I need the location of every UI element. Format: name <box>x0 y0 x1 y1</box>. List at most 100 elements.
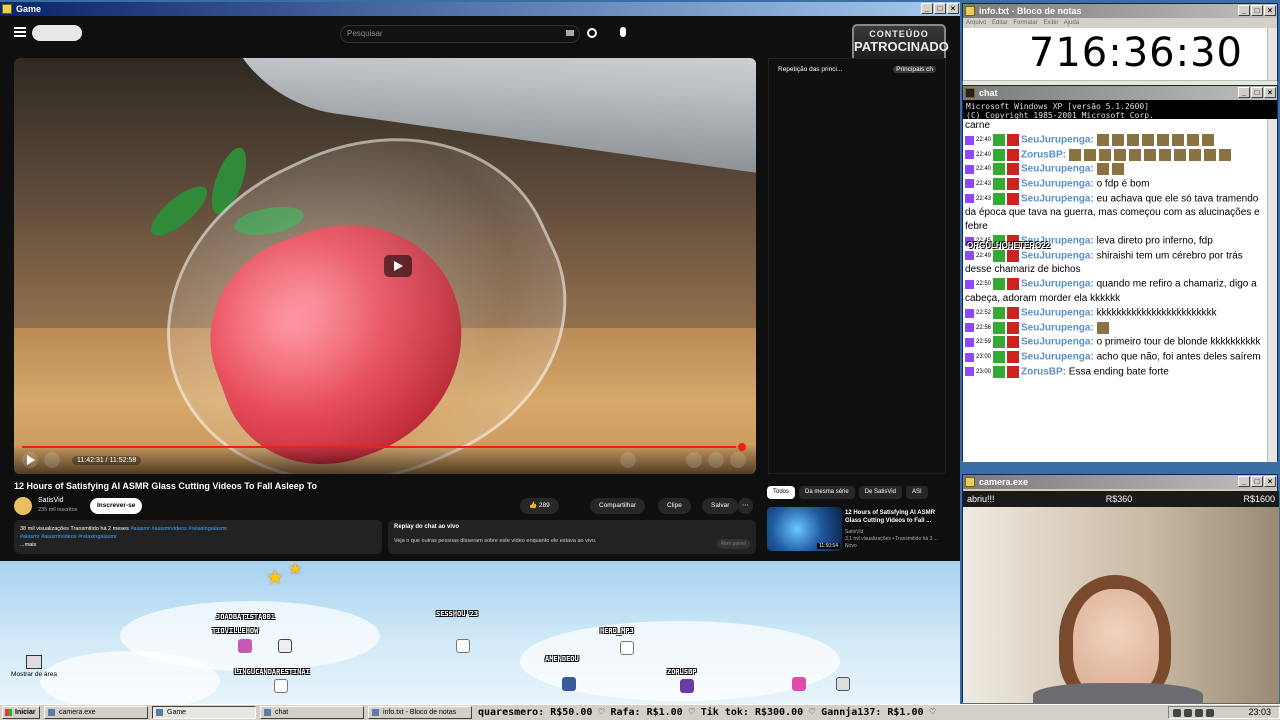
webcam-feed <box>963 507 1279 713</box>
chat-username[interactable]: SeuJurupenga: <box>1021 308 1094 319</box>
badge-icon <box>1007 365 1020 378</box>
menu-icon[interactable] <box>14 27 26 37</box>
chat-username[interactable]: SeuJurupenga: <box>1021 179 1094 190</box>
progress-handle[interactable] <box>738 443 746 451</box>
youtube-logo[interactable] <box>32 25 82 41</box>
viewer-avatar[interactable] <box>620 641 634 655</box>
chat-username[interactable]: SeuJurupenga: <box>1021 337 1094 348</box>
minimize-button[interactable]: _ <box>1238 87 1250 98</box>
viewer-avatar[interactable] <box>792 677 806 691</box>
notepad-menu[interactable]: Arquivo Editar Formatar Exibir Ajuda <box>963 18 1277 28</box>
start-button[interactable]: Iniciar <box>2 706 40 719</box>
recommended-meta: SatisVid 3,1 mil visualizações • Transmi… <box>845 529 950 550</box>
badge-icon <box>993 321 1006 334</box>
chip-same-series[interactable]: Da mesma série <box>799 486 855 499</box>
close-button[interactable]: × <box>1264 87 1276 98</box>
message-time: 23:00 <box>976 354 992 361</box>
chat-username[interactable]: SeuJurupenga: <box>1021 193 1094 204</box>
camera-titlebar[interactable]: camera.exe _ □ × <box>963 475 1277 489</box>
vertical-scrollbar[interactable] <box>1267 28 1277 80</box>
youtube-header: Pesquisar <box>0 16 960 52</box>
notepad-body[interactable]: 716:36:30 <box>963 28 1277 80</box>
search-icon[interactable] <box>587 28 597 38</box>
chat-titlebar[interactable]: chat _ □ × <box>963 86 1277 100</box>
chat-username[interactable]: SeuJurupenga: <box>1021 352 1094 363</box>
tray-icon[interactable] <box>1184 709 1192 717</box>
chat-username[interactable]: ZorusBP: <box>1021 366 1066 377</box>
progress-bar[interactable] <box>22 446 736 448</box>
chat-username[interactable]: SeuJurupenga: <box>1021 322 1094 333</box>
notepad-titlebar[interactable]: info.txt - Bloco de notas _ □ × <box>963 4 1277 18</box>
close-button[interactable]: × <box>1264 476 1276 487</box>
save-button[interactable]: Salvar <box>702 498 739 514</box>
recommended-title[interactable]: 12 Hours of Satisfying AI ASMR Glass Cut… <box>845 509 945 525</box>
more-options-icon[interactable]: ⋯ <box>738 498 753 514</box>
chat-replay-box: Replay do chat ao vivo Veja o que outras… <box>388 520 756 554</box>
minimize-button[interactable]: _ <box>921 3 933 14</box>
description-box[interactable]: 38 mil visualizações Transmitido há 2 me… <box>14 520 382 554</box>
keyboard-icon[interactable] <box>566 30 574 36</box>
viewer-avatar[interactable] <box>456 639 470 653</box>
taskbar-item-chat[interactable]: chat <box>260 706 364 719</box>
maximize-button[interactable]: □ <box>934 3 946 14</box>
minimize-button[interactable]: _ <box>1238 476 1250 487</box>
show-more-link[interactable]: ...mais <box>20 541 376 549</box>
fullscreen-icon[interactable] <box>730 452 746 468</box>
taskbar-item-notepad[interactable]: info.txt - Bloco de notas <box>368 706 472 719</box>
viewer-avatar[interactable] <box>562 677 576 691</box>
mic-icon[interactable] <box>620 27 626 37</box>
system-tray: 23:03 <box>1168 706 1280 719</box>
search-input[interactable]: Pesquisar <box>340 25 580 43</box>
big-play-icon[interactable] <box>384 255 412 277</box>
chat-username[interactable]: SeuJurupenga: <box>1021 135 1094 146</box>
chat-message: 22:43 SeuJurupenga: eu achava que ele só … <box>963 192 1269 235</box>
channel-name[interactable]: SatisVid <box>38 497 64 504</box>
desktop-shortcut[interactable]: Mostrar de área <box>10 655 58 678</box>
tray-icon[interactable] <box>1206 709 1214 717</box>
game-window-titlebar[interactable]: Game _ □ × <box>0 2 960 16</box>
viewer-avatar[interactable] <box>238 639 252 653</box>
channel-avatar[interactable] <box>14 497 32 515</box>
viewer-avatar[interactable] <box>278 639 292 653</box>
chip-asmr[interactable]: ASI <box>905 486 928 499</box>
chat-text: leva direto pro inferno, fdp <box>1096 235 1213 247</box>
close-button[interactable]: × <box>1264 5 1276 16</box>
open-panel-button[interactable]: Abrir painel <box>716 539 750 549</box>
chat-replay-header[interactable]: Repetição das princi... <box>778 66 842 73</box>
chat-text: kkkkkkkkkkkkkkkkkkkkkkkk <box>1096 307 1217 319</box>
chip-all[interactable]: Todos <box>767 486 796 499</box>
hashtags[interactable]: #aiasmr #aiasmrvideos #relaxingaiasmr <box>130 526 227 532</box>
twitch-icon <box>965 337 974 347</box>
close-button[interactable]: × <box>947 3 959 14</box>
clip-button[interactable]: Clipe <box>658 498 691 514</box>
top-chat-tab[interactable]: Principais ch <box>893 66 936 73</box>
recommended-thumbnail[interactable]: 11:50:54 <box>767 507 842 551</box>
hashtags-2[interactable]: #aiasmr #aiasmrvideos #relaxingaiasmr <box>20 533 376 541</box>
video-player[interactable]: 11:42:31 / 11:52:58 <box>14 58 756 474</box>
like-heart-icon[interactable] <box>620 452 636 468</box>
maximize-button[interactable]: □ <box>1251 87 1263 98</box>
subscribe-button[interactable]: Inscrever-se <box>90 498 143 514</box>
maximize-button[interactable]: □ <box>1251 5 1263 16</box>
play-icon[interactable] <box>22 452 38 468</box>
chat-username[interactable]: ZorusBP: <box>1021 149 1066 160</box>
chat-scrollbar[interactable] <box>1267 119 1277 462</box>
viewer-avatar[interactable] <box>274 679 288 693</box>
chip-channel[interactable]: De SatisVid <box>858 486 902 499</box>
taskbar-item-game[interactable]: Game <box>152 706 256 719</box>
settings-icon[interactable] <box>686 452 702 468</box>
theater-icon[interactable] <box>708 452 724 468</box>
share-button[interactable]: Compartilhar <box>590 498 646 514</box>
minimize-button[interactable]: _ <box>1238 5 1250 16</box>
maximize-button[interactable]: □ <box>1251 476 1263 487</box>
taskbar-item-camera[interactable]: camera.exe <box>44 706 148 719</box>
like-button[interactable]: 👍 289 <box>520 498 559 514</box>
chat-username[interactable]: SeuJurupenga: <box>1021 279 1094 290</box>
chat-username[interactable]: SeuJurupenga: <box>1021 164 1094 175</box>
viewer-avatar[interactable] <box>836 677 850 691</box>
viewer-avatar[interactable] <box>680 679 694 693</box>
volume-icon[interactable] <box>44 452 60 468</box>
recommended-views: 3,1 mil visualizações • Transmitido há 3… <box>845 536 938 542</box>
tray-icon[interactable] <box>1173 709 1181 717</box>
tray-icon[interactable] <box>1195 709 1203 717</box>
